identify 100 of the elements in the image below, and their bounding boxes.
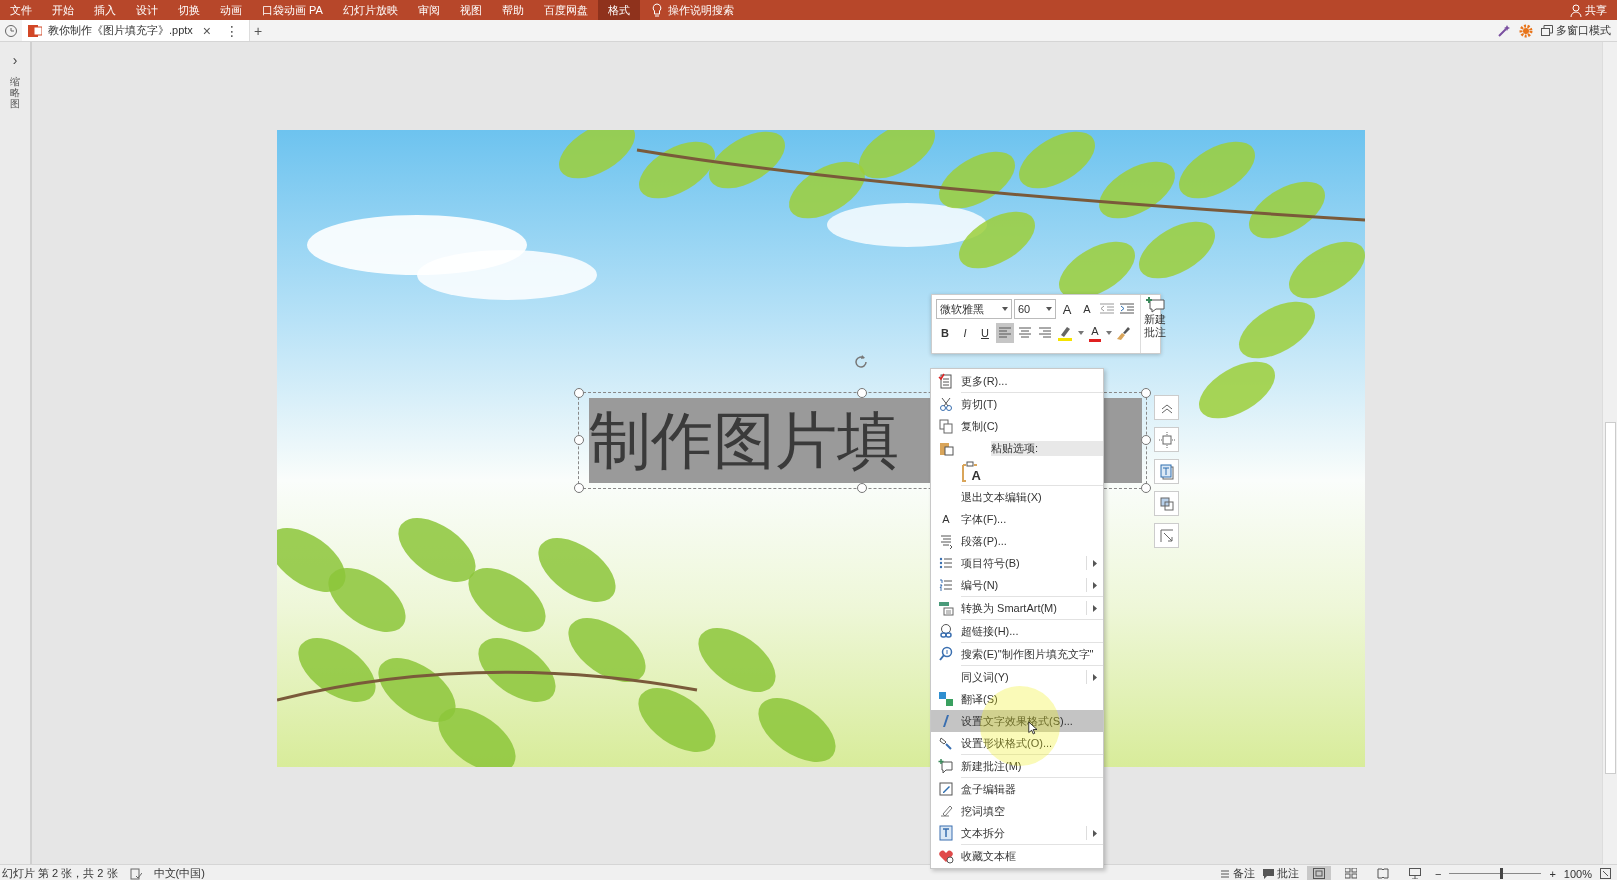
- close-tab-button[interactable]: ×: [198, 22, 216, 39]
- menu-item[interactable]: 转换为 SmartArt(M): [931, 597, 1103, 619]
- menu-item[interactable]: 新建批注(M): [931, 755, 1103, 777]
- menu-item[interactable]: 项目符号(B): [931, 552, 1103, 574]
- font-size-field[interactable]: 60: [1014, 299, 1056, 319]
- submenu-arrow-icon: [1093, 581, 1097, 589]
- resize-icon[interactable]: [1154, 523, 1179, 548]
- checklist-icon: [938, 373, 954, 389]
- document-tab[interactable]: 教你制作《图片填充字》.pptx × ⋮: [22, 20, 251, 41]
- comment-icon: [938, 758, 954, 774]
- resize-handle[interactable]: [857, 483, 867, 493]
- caret-icon[interactable]: [1106, 331, 1112, 335]
- menu-item[interactable]: 盒子编辑器: [931, 778, 1103, 800]
- link-icon: [938, 623, 954, 639]
- windows-icon: [1541, 25, 1553, 36]
- menu-item[interactable]: 设置形状格式(O)...: [931, 732, 1103, 754]
- bullet-list-icon: [938, 555, 954, 571]
- align-object-icon[interactable]: [1154, 427, 1179, 452]
- tell-me-search[interactable]: 操作说明搜索: [667, 2, 734, 18]
- menu-item[interactable]: 编号(N): [931, 574, 1103, 596]
- caret-icon[interactable]: [1078, 331, 1084, 335]
- resize-handle[interactable]: [574, 483, 584, 493]
- ribbon-tab[interactable]: 开始: [42, 0, 84, 20]
- menu-item[interactable]: 退出文本编辑(X): [931, 486, 1103, 508]
- menu-item[interactable]: 挖词填空: [931, 800, 1103, 822]
- scrollbar-thumb[interactable]: [1605, 422, 1616, 774]
- submenu-arrow-icon: [1093, 829, 1097, 837]
- ribbon-tab[interactable]: 口袋动画 PA: [252, 0, 333, 20]
- rotate-handle[interactable]: [853, 354, 869, 370]
- collapse-icon[interactable]: [1154, 395, 1179, 420]
- resize-handle[interactable]: [1141, 435, 1151, 445]
- menu-item[interactable]: 超链接(H)...: [931, 620, 1103, 642]
- tab-menu-button[interactable]: ⋮: [221, 22, 244, 39]
- resize-handle[interactable]: [1141, 483, 1151, 493]
- wand-icon[interactable]: [1497, 23, 1511, 38]
- language-indicator[interactable]: 中文(中国): [153, 866, 205, 880]
- expand-pane-button[interactable]: ›: [12, 52, 18, 68]
- translate-icon: [938, 691, 954, 707]
- share-button[interactable]: 共享: [1585, 2, 1607, 18]
- menu-item[interactable]: 同义词(Y): [931, 666, 1103, 688]
- text-split-icon: [938, 825, 954, 841]
- ribbon-tab[interactable]: 百度网盘: [533, 0, 598, 20]
- person-icon: [1570, 3, 1582, 17]
- comment-icon: [1263, 868, 1274, 879]
- comments-button[interactable]: 批注: [1263, 866, 1299, 880]
- ribbon-tab[interactable]: 帮助: [491, 0, 534, 20]
- ribbon-tab[interactable]: 视图: [449, 0, 492, 20]
- resize-handle[interactable]: [574, 388, 584, 398]
- shrink-font-button[interactable]: A: [1078, 299, 1096, 319]
- submenu-arrow-icon: [1093, 559, 1097, 567]
- text-box-icon[interactable]: [1154, 459, 1179, 484]
- ribbon-tab[interactable]: 切换: [168, 0, 210, 20]
- bold-button[interactable]: B: [936, 323, 954, 343]
- resize-handle[interactable]: [1141, 388, 1151, 398]
- italic-button[interactable]: I: [956, 323, 974, 343]
- arrange-icon[interactable]: [1154, 491, 1179, 516]
- presentation-file-icon: [28, 23, 42, 38]
- ribbon-tab[interactable]: 格式: [597, 0, 640, 20]
- lightbulb-icon: [651, 3, 662, 17]
- resize-handle[interactable]: [574, 435, 584, 445]
- new-comment-button[interactable]: 新建批注: [1140, 295, 1169, 353]
- zoom-level[interactable]: 100%: [1563, 867, 1592, 880]
- menu-item[interactable]: 翻译(S): [931, 688, 1103, 710]
- font-name-field[interactable]: 微软雅黑: [936, 299, 1012, 319]
- font-color-button[interactable]: A: [1089, 324, 1101, 342]
- menu-item[interactable]: 复制(C): [931, 415, 1103, 437]
- spellcheck-icon[interactable]: [129, 867, 142, 880]
- align-button[interactable]: [996, 323, 1014, 343]
- brush-icon: [938, 803, 954, 819]
- menu-item[interactable]: 搜索(E)"制作图片填充文字": [931, 643, 1103, 665]
- ribbon-tab[interactable]: 文件: [0, 0, 42, 20]
- ribbon-tab[interactable]: 审阅: [407, 0, 450, 20]
- ribbon-tab[interactable]: 设计: [126, 0, 168, 20]
- history-icon: [4, 23, 18, 38]
- multi-window-button[interactable]: 多窗口模式: [1556, 23, 1611, 38]
- view-button[interactable]: [1307, 866, 1331, 880]
- caret-icon: [1046, 307, 1052, 311]
- notes-button[interactable]: 备注: [1220, 866, 1255, 880]
- paste-text-only-button[interactable]: A: [961, 461, 981, 483]
- underline-button[interactable]: U: [976, 323, 994, 343]
- grow-font-button[interactable]: A: [1058, 299, 1076, 319]
- menu-item[interactable]: 段落(P)...: [931, 530, 1103, 552]
- ribbon-tab[interactable]: 插入: [84, 0, 126, 20]
- thumbnail-pane-label: 缩略图: [10, 76, 20, 109]
- slide-count: 幻灯片 第 2 张，共 2 张: [2, 866, 118, 880]
- menu-item[interactable]: 更多(R)...: [931, 370, 1103, 392]
- menu-item[interactable]: 文本拆分: [931, 822, 1103, 844]
- submenu-arrow-icon: [1093, 673, 1097, 681]
- menu-item[interactable]: A 字体(F)...: [931, 508, 1103, 530]
- zoom-out-button[interactable]: −: [1435, 867, 1442, 880]
- resize-handle[interactable]: [857, 388, 867, 398]
- heart-icon: [938, 848, 954, 864]
- submenu-arrow-icon: [1093, 604, 1097, 612]
- zoom-in-button[interactable]: +: [1549, 867, 1556, 880]
- new-tab-button[interactable]: +: [250, 22, 267, 39]
- fit-window-icon[interactable]: [1600, 868, 1611, 879]
- settings-icon[interactable]: [1519, 23, 1533, 38]
- ribbon-tab[interactable]: 动画: [210, 0, 252, 20]
- ribbon-tab[interactable]: 幻灯片放映: [332, 0, 408, 20]
- menu-item[interactable]: 收藏文本框: [931, 845, 1103, 867]
